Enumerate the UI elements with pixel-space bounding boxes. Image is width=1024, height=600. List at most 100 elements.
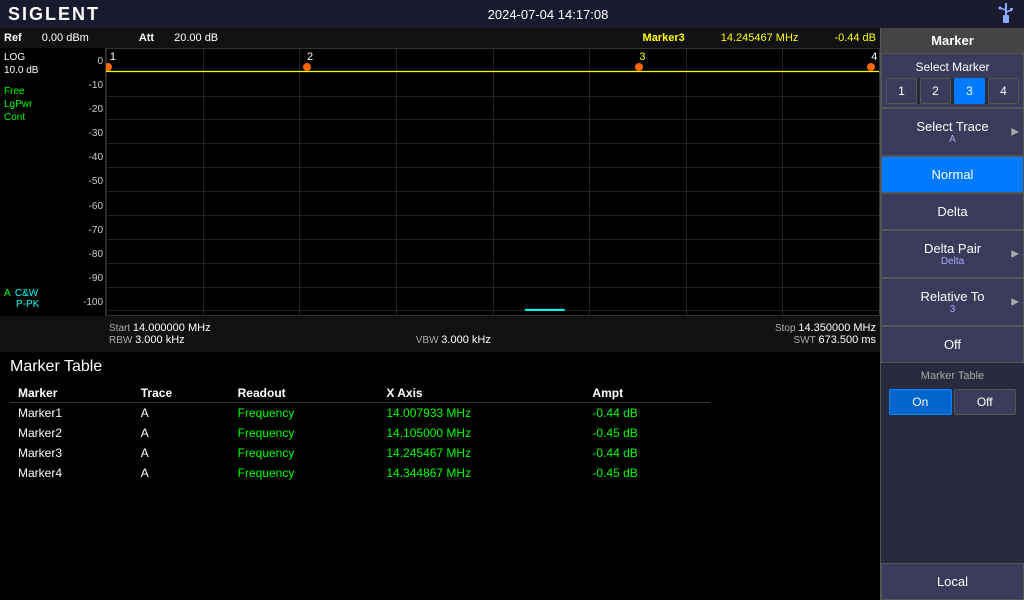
delta-pair-arrow: ▶ <box>1011 249 1019 260</box>
marker-table-off-btn[interactable]: Off <box>954 389 1017 415</box>
col-trace: Trace <box>133 384 230 403</box>
left-panel: Ref 0.00 dBm Att 20.00 dB Marker3 14.245… <box>0 28 880 600</box>
marker-name: Marker3 <box>643 32 685 44</box>
col-ampt: Ampt <box>584 384 710 403</box>
free-label: Free <box>4 86 46 97</box>
y-axis: 0 -10 -20 -30 -40 -50 -60 -70 -80 -90 -1… <box>46 48 105 316</box>
trace-cell: A <box>133 423 230 443</box>
cw-label: C&W <box>15 288 38 299</box>
marker-btn-4[interactable]: 4 <box>988 78 1019 104</box>
panel-title: Marker <box>881 28 1024 53</box>
marker-freq: 14.245467 MHz <box>721 32 799 44</box>
marker-4-dot <box>867 63 875 71</box>
y-0: 0 <box>48 56 103 67</box>
y-80: -80 <box>48 249 103 260</box>
select-trace-label: Select Trace <box>916 119 988 134</box>
freq-bar: Start 14.000000 MHz RBW 3.000 kHz VBW 3.… <box>0 316 880 352</box>
normal-btn[interactable]: Normal <box>881 156 1024 193</box>
relative-to-value: 3 <box>886 304 1019 315</box>
marker-table-toggle-row: On Off <box>885 385 1020 419</box>
marker-table-section: Marker Table Marker Trace Readout X Axis… <box>0 352 880 600</box>
delta-label: Delta <box>937 204 967 219</box>
col-xaxis: X Axis <box>378 384 584 403</box>
marker-2-label: 2 <box>307 51 313 63</box>
y-10: -10 <box>48 80 103 91</box>
stop-label: Stop <box>775 323 796 334</box>
marker-cell: Marker4 <box>10 463 133 483</box>
relative-to-btn[interactable]: Relative To 3 ▶ <box>881 278 1024 326</box>
table-row: Marker3 A Frequency 14.245467 MHz -0.44 … <box>10 443 710 463</box>
table-row: Marker4 A Frequency 14.344867 MHz -0.45 … <box>10 463 710 483</box>
readout-cell: Frequency <box>230 403 379 424</box>
vbw-value: 3.000 kHz <box>441 334 491 346</box>
xaxis-cell: 14.007933 MHz <box>378 403 584 424</box>
trace-cell: A <box>133 463 230 483</box>
y-20: -20 <box>48 104 103 115</box>
grid-v-8 <box>879 49 880 315</box>
relative-to-arrow: ▶ <box>1011 297 1019 308</box>
marker-cell: Marker3 <box>10 443 133 463</box>
local-btn[interactable]: Local <box>881 563 1024 600</box>
ref-label: Ref <box>4 32 22 44</box>
off-label: Off <box>944 337 961 352</box>
chart-area: 1 2 3 4 <box>105 48 880 316</box>
att-label: Att <box>139 32 154 44</box>
header: SIGLENT 2024-07-04 14:17:08 <box>0 0 1024 28</box>
select-trace-arrow: ▶ <box>1011 127 1019 138</box>
col-marker: Marker <box>10 384 133 403</box>
table-row: Marker2 A Frequency 14.105000 MHz -0.45 … <box>10 423 710 443</box>
ampt-cell: -0.44 dB <box>584 403 710 424</box>
marker-ampt: -0.44 dB <box>834 32 876 44</box>
marker-cell: Marker1 <box>10 403 133 424</box>
right-panel: Marker Select Marker 1 2 3 4 Select Trac… <box>880 28 1024 600</box>
swt-value: 673.500 ms <box>819 334 876 346</box>
vbw-label: VBW <box>416 335 439 346</box>
ref-value: 0.00 dBm <box>42 32 89 44</box>
ppk-label: P-PK <box>16 299 39 310</box>
select-trace-value: A <box>886 134 1019 145</box>
marker-table-title: Marker Table <box>10 358 870 376</box>
marker-table-on-btn[interactable]: On <box>889 389 952 415</box>
trace-cell: A <box>133 403 230 424</box>
marker-select-row: 1 2 3 4 <box>886 78 1019 104</box>
readout-cell: Frequency <box>230 443 379 463</box>
marker-2-dot <box>303 63 311 71</box>
siglent-logo: SIGLENT <box>8 4 100 25</box>
log-label: LOG <box>4 52 46 63</box>
xaxis-cell: 14.245467 MHz <box>378 443 584 463</box>
trace-a-label: A <box>4 288 10 299</box>
ampt-cell: -0.45 dB <box>584 423 710 443</box>
y-30: -30 <box>48 128 103 139</box>
delta-pair-value: Delta <box>886 256 1019 267</box>
marker-3-label: 3 <box>639 51 645 63</box>
select-marker-section: Select Marker 1 2 3 4 <box>881 53 1024 108</box>
marker-btn-1[interactable]: 1 <box>886 78 917 104</box>
off-btn[interactable]: Off <box>881 326 1024 363</box>
rbw-label: RBW <box>109 335 132 346</box>
delta-btn[interactable]: Delta <box>881 193 1024 230</box>
lgpwr-label: LgPwr <box>4 99 46 110</box>
col-readout: Readout <box>230 384 379 403</box>
table-row: Marker1 A Frequency 14.007933 MHz -0.44 … <box>10 403 710 424</box>
att-value: 20.00 dB <box>174 32 218 44</box>
ampt-cell: -0.45 dB <box>584 463 710 483</box>
readout-cell: Frequency <box>230 463 379 483</box>
normal-label: Normal <box>932 167 974 182</box>
usb-icon <box>996 4 1016 24</box>
marker-1-label: 1 <box>110 51 116 63</box>
delta-pair-label: Delta Pair <box>924 241 981 256</box>
datetime-display: 2024-07-04 14:17:08 <box>488 7 609 22</box>
marker-btn-3[interactable]: 3 <box>954 78 985 104</box>
marker-btn-2[interactable]: 2 <box>920 78 951 104</box>
marker-table-panel-label: Marker Table <box>885 367 1020 385</box>
y-40: -40 <box>48 152 103 163</box>
marker-3-dot <box>635 63 643 71</box>
y-70: -70 <box>48 225 103 236</box>
trace-cell: A <box>133 443 230 463</box>
select-trace-btn[interactable]: Select Trace A ▶ <box>881 108 1024 156</box>
ref-bar: Ref 0.00 dBm Att 20.00 dB Marker3 14.245… <box>0 28 880 48</box>
delta-pair-btn[interactable]: Delta Pair Delta ▶ <box>881 230 1024 278</box>
stop-value: 14.350000 MHz <box>798 322 876 334</box>
marker-4-label: 4 <box>871 51 877 63</box>
marker-table: Marker Trace Readout X Axis Ampt Marker1… <box>10 384 710 483</box>
